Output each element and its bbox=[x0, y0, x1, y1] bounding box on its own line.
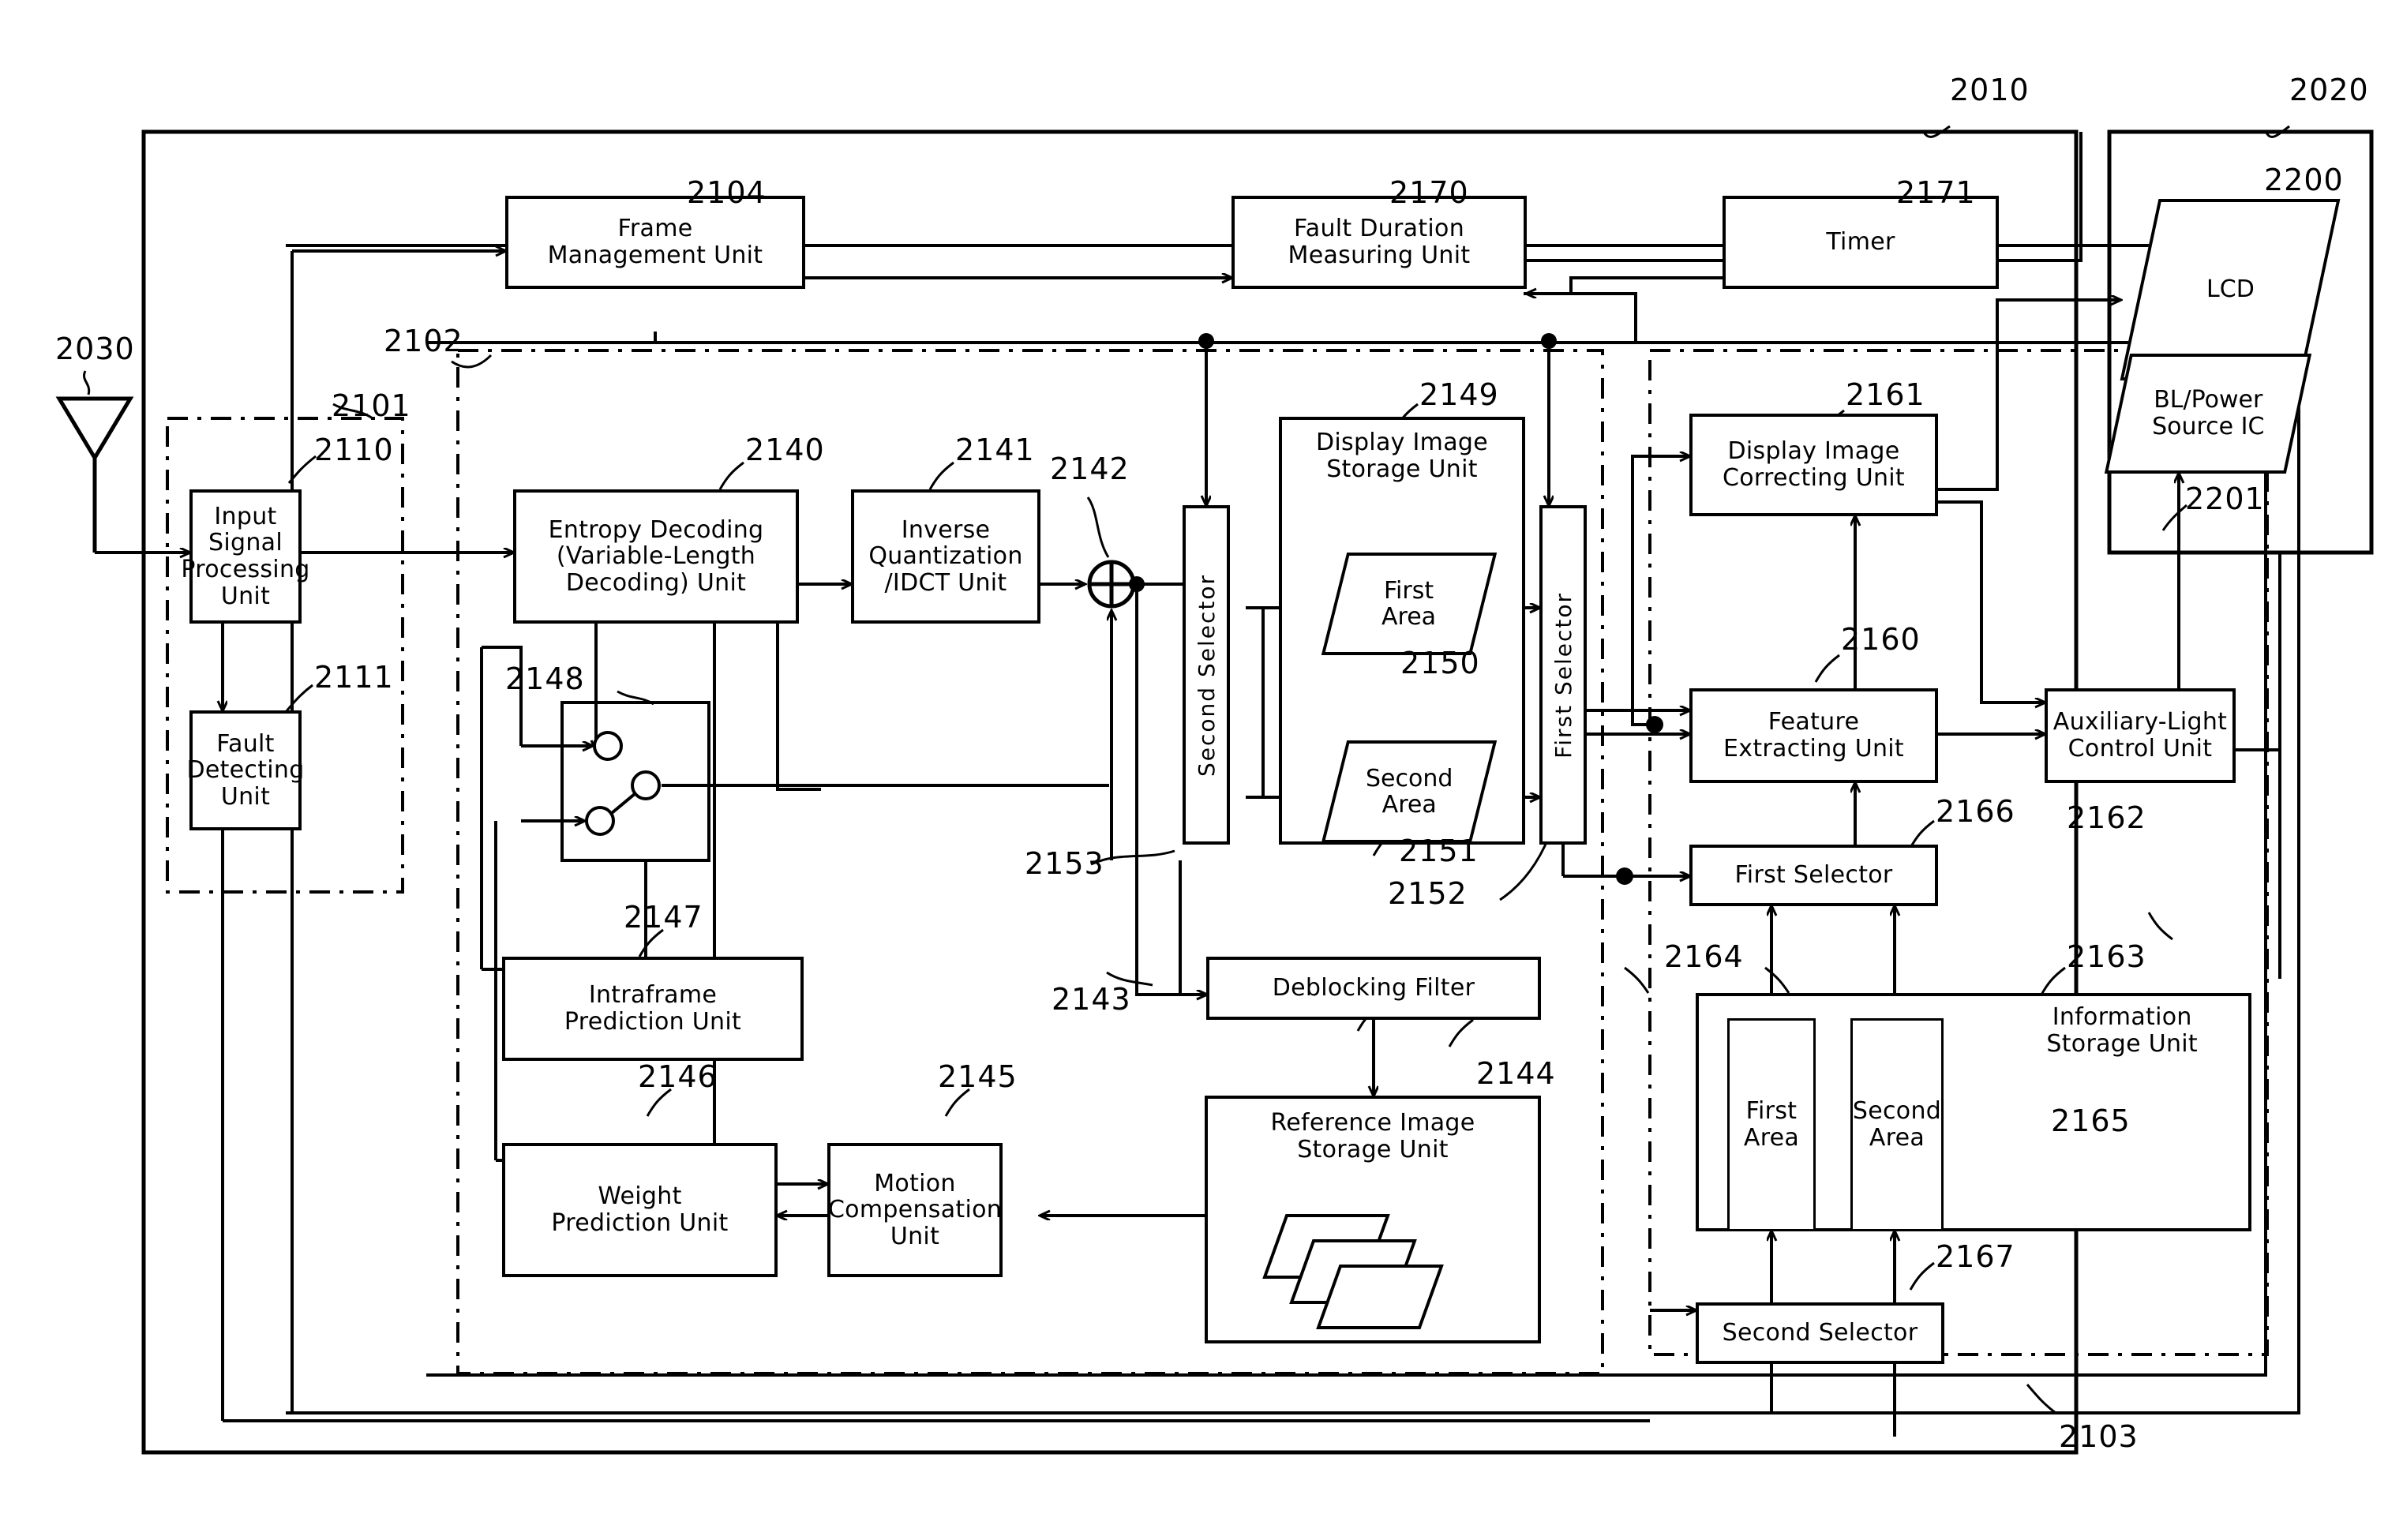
ref-2101: 2101 bbox=[332, 388, 411, 423]
inverse-quantization-idct-unit[interactable]: Inverse Quantization /IDCT Unit bbox=[851, 489, 1040, 624]
fault-duration-measuring-unit[interactable]: Fault Duration Measuring Unit bbox=[1231, 196, 1527, 289]
second-selector-info[interactable]: Second Selector bbox=[1696, 1302, 1944, 1364]
first-selector-info[interactable]: First Selector bbox=[1689, 845, 1938, 906]
ref-2161: 2161 bbox=[1846, 377, 1925, 412]
lcd-label: LCD bbox=[2206, 275, 2255, 304]
motion-compensation-unit[interactable]: Motion Compensation Unit bbox=[827, 1143, 1003, 1277]
intraframe-prediction-unit-label: Intraframe Prediction Unit bbox=[564, 981, 742, 1036]
info-first-area-label: First Area bbox=[1743, 1097, 1800, 1152]
first-selector-display-label: First Selector bbox=[1550, 591, 1576, 759]
auxiliary-light-control-unit[interactable]: Auxiliary-Light Control Unit bbox=[2045, 688, 2236, 783]
fault-duration-measuring-unit-label: Fault Duration Measuring Unit bbox=[1288, 215, 1471, 269]
ref-2149: 2149 bbox=[1419, 377, 1499, 412]
ref-2102: 2102 bbox=[384, 324, 463, 358]
ref-2162: 2162 bbox=[2067, 800, 2146, 835]
first-selector-display[interactable]: First Selector bbox=[1539, 505, 1587, 845]
ref-2166: 2166 bbox=[1936, 794, 2015, 829]
fault-detecting-unit-label: Fault Detecting Unit bbox=[186, 729, 305, 811]
second-selector-display[interactable]: Second Selector bbox=[1183, 505, 1230, 845]
reference-image-storage-unit[interactable]: Reference Image Storage Unit bbox=[1205, 1096, 1541, 1343]
ref-2010: 2010 bbox=[1950, 73, 2030, 107]
feature-extracting-unit-label: Feature Extracting Unit bbox=[1723, 708, 1904, 763]
deblocking-filter-label: Deblocking Filter bbox=[1272, 974, 1475, 1002]
timer-label: Timer bbox=[1826, 228, 1895, 257]
ref-2140: 2140 bbox=[745, 433, 825, 467]
weight-prediction-unit-label: Weight Prediction Unit bbox=[551, 1182, 729, 1237]
first-selector-info-label: First Selector bbox=[1734, 861, 1893, 890]
ref-2153: 2153 bbox=[1025, 846, 1104, 881]
inverse-quantization-idct-unit-label: Inverse Quantization /IDCT Unit bbox=[868, 515, 1023, 597]
ref-2142: 2142 bbox=[1050, 452, 1130, 486]
ref-2110: 2110 bbox=[314, 433, 394, 467]
ref-2145: 2145 bbox=[938, 1059, 1018, 1094]
info-second-area-label: Second Area bbox=[1852, 1097, 1942, 1152]
display-first-area-label: First Area bbox=[1381, 577, 1437, 631]
ref-2170: 2170 bbox=[1389, 175, 1469, 210]
ref-2144: 2144 bbox=[1476, 1056, 1556, 1091]
ref-2152: 2152 bbox=[1388, 876, 1468, 911]
ref-2165: 2165 bbox=[2051, 1103, 2131, 1138]
intraframe-prediction-unit[interactable]: Intraframe Prediction Unit bbox=[502, 957, 804, 1061]
display-image-correcting-unit[interactable]: Display Image Correcting Unit bbox=[1689, 414, 1938, 516]
fault-detecting-unit[interactable]: Fault Detecting Unit bbox=[186, 710, 304, 830]
ref-2103: 2103 bbox=[2059, 1419, 2139, 1454]
feature-extracting-unit[interactable]: Feature Extracting Unit bbox=[1689, 688, 1938, 783]
ref-2104: 2104 bbox=[687, 175, 767, 210]
display-second-area-label: Second Area bbox=[1365, 765, 1453, 819]
ref-2030: 2030 bbox=[55, 332, 135, 366]
ref-2201: 2201 bbox=[2185, 481, 2265, 516]
ref-2143: 2143 bbox=[1052, 982, 1131, 1017]
motion-compensation-unit-label: Motion Compensation Unit bbox=[827, 1169, 1003, 1250]
reference-image-storage-unit-label: Reference Image Storage Unit bbox=[1270, 1109, 1475, 1163]
second-selector-info-label: Second Selector bbox=[1722, 1319, 1918, 1347]
ref-2141: 2141 bbox=[955, 433, 1035, 467]
display-first-area[interactable]: First Area bbox=[1321, 553, 1498, 655]
display-image-storage-unit-label: Display Image Storage Unit bbox=[1316, 429, 1488, 483]
ref-2171: 2171 bbox=[1896, 175, 1976, 210]
ref-2167: 2167 bbox=[1936, 1239, 2015, 1274]
ref-2111: 2111 bbox=[314, 660, 394, 695]
input-signal-processing-unit-label: Input Signal Processing Unit bbox=[181, 502, 310, 610]
weight-prediction-unit[interactable]: Weight Prediction Unit bbox=[502, 1143, 778, 1277]
deblocking-filter[interactable]: Deblocking Filter bbox=[1206, 957, 1541, 1020]
ref-2151: 2151 bbox=[1399, 834, 1479, 868]
entropy-decoding-unit[interactable]: Entropy Decoding (Variable-Length Decodi… bbox=[513, 489, 799, 624]
ref-2150: 2150 bbox=[1400, 646, 1480, 680]
bl-power-source-ic[interactable]: BL/Power Source IC bbox=[2104, 354, 2312, 474]
auxiliary-light-control-unit-label: Auxiliary-Light Control Unit bbox=[2052, 708, 2228, 763]
entropy-decoding-unit-label: Entropy Decoding (Variable-Length Decodi… bbox=[548, 515, 764, 597]
ref-2160: 2160 bbox=[1841, 622, 1921, 657]
ref-2147: 2147 bbox=[624, 900, 703, 935]
bl-power-source-ic-label: BL/Power Source IC bbox=[2151, 386, 2265, 440]
display-image-correcting-unit-label: Display Image Correcting Unit bbox=[1723, 437, 1905, 492]
ref-2200: 2200 bbox=[2264, 163, 2344, 197]
info-first-area[interactable]: First Area bbox=[1727, 1018, 1816, 1231]
input-signal-processing-unit[interactable]: Input Signal Processing Unit bbox=[181, 489, 309, 624]
ref-2164: 2164 bbox=[1664, 939, 1744, 974]
ref-2020: 2020 bbox=[2289, 73, 2369, 107]
ref-2146: 2146 bbox=[638, 1059, 718, 1094]
second-selector-display-label: Second Selector bbox=[1193, 573, 1220, 777]
ref-2148: 2148 bbox=[505, 661, 585, 696]
info-second-area[interactable]: Second Area bbox=[1850, 1018, 1944, 1231]
patent-figure: 2030 2010 2020 2102 2101 2103 Input Sign… bbox=[0, 0, 2403, 1540]
frame-management-unit-label: Frame Management Unit bbox=[547, 215, 763, 269]
ref-2163: 2163 bbox=[2067, 939, 2146, 974]
information-storage-unit-label: Information Storage Unit bbox=[2046, 1003, 2198, 1058]
display-second-area[interactable]: Second Area bbox=[1321, 740, 1498, 843]
